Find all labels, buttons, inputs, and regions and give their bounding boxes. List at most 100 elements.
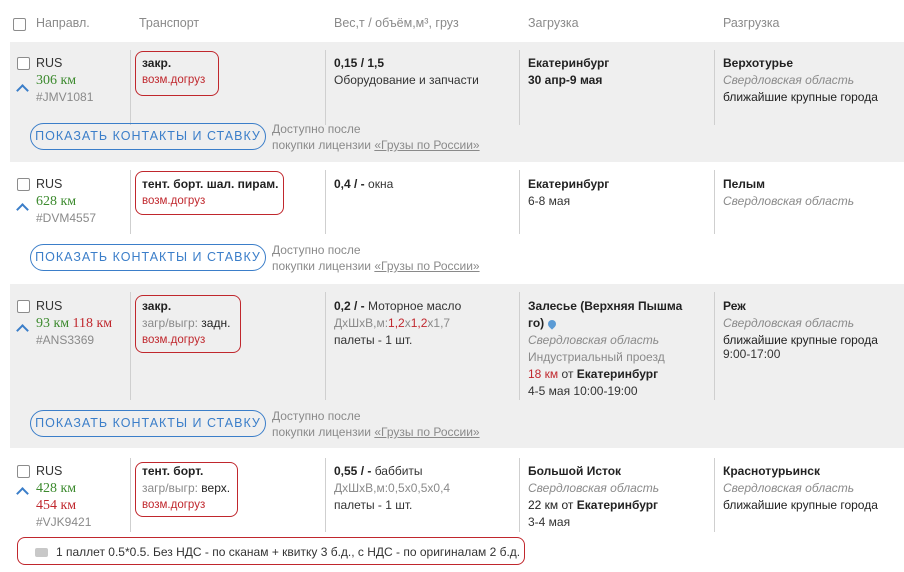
row-checkbox[interactable] (17, 178, 30, 191)
partial-load-flag: возм.догруз (142, 499, 206, 511)
cargo-name: баббиты (374, 464, 423, 478)
distance-alt: 454 км (36, 498, 77, 513)
column-divider (714, 292, 715, 400)
unload-region: Свердловская область (723, 481, 855, 495)
cargo-id: #ANS3369 (36, 333, 95, 347)
distance: 428 км (36, 481, 77, 496)
partial-load-flag: возм.догруз (142, 74, 206, 86)
header-direction[interactable]: Направл. (36, 16, 90, 30)
load-unload-label: загр/выгр: (142, 316, 198, 330)
available-after-text: Доступно после (272, 122, 361, 136)
header-loading[interactable]: Загрузка (528, 16, 579, 30)
unloading-cell: Реж Свердловская область ближайшие крупн… (723, 298, 878, 363)
cargo-name: Оборудование и запчасти (334, 73, 479, 87)
row-checkbox[interactable] (17, 300, 30, 313)
cargo-name: Моторное масло (368, 299, 462, 313)
partial-load-flag: возм.догруз (142, 195, 206, 207)
packages: палеты - 1 шт. (334, 333, 413, 347)
load-city-cont: го) (528, 316, 545, 330)
select-all-checkbox[interactable] (13, 18, 26, 31)
row-checkbox[interactable] (17, 465, 30, 478)
transport-type: тент. борт. шал. пирам. (142, 177, 279, 191)
packages: палеты - 1 шт. (334, 498, 413, 512)
header-unloading[interactable]: Разгрузка (723, 16, 780, 30)
column-divider (325, 292, 326, 400)
weight-cell: 0,55 / - баббиты ДхШхВ,м:0,5х0,5х0,4 пал… (334, 463, 450, 514)
column-divider (714, 458, 715, 532)
license-link[interactable]: «Грузы по России» (374, 138, 479, 152)
chevron-up-icon[interactable] (16, 203, 29, 216)
table-row[interactable]: RUS 428 км 454 км #VJK9421 тент. борт. з… (10, 450, 904, 572)
transport-cell: тент. борт. шал. пирам. возм.догруз (142, 176, 279, 210)
weight-cell: 0,15 / 1,5 Оборудование и запчасти (334, 55, 479, 89)
cargo-name: окна (368, 177, 394, 191)
direction-cell: RUS 93 км 118 км #ANS3369 (36, 298, 112, 349)
column-divider (519, 458, 520, 532)
header-weight[interactable]: Вес,т / объём,м³, груз (334, 16, 459, 30)
load-region: Свердловская область (528, 333, 660, 347)
transport-type: закр. (142, 299, 172, 313)
country-code: RUS (36, 56, 63, 70)
license-link[interactable]: «Грузы по России» (374, 259, 479, 273)
direction-cell: RUS 628 км #DVM4557 (36, 176, 96, 227)
chevron-up-icon[interactable] (16, 324, 29, 337)
unload-extra: ближайшие крупные города (723, 90, 878, 104)
column-divider (714, 50, 715, 125)
load-date: 3-4 мая (528, 515, 571, 529)
loading-cell: Залесье (Верхняя Пышма го) Свердловская … (528, 298, 682, 400)
transport-cell: закр. возм.догруз (142, 55, 205, 89)
unloading-cell: Верхотурье Свердловская область ближайши… (723, 55, 878, 106)
column-divider (130, 458, 131, 532)
column-divider (130, 292, 131, 400)
direction-cell: RUS 306 км #JMV1081 (36, 55, 93, 106)
show-contacts-button[interactable]: ПОКАЗАТЬ КОНТАКТЫ И СТАВКУ (30, 410, 266, 437)
loading-cell: Екатеринбург 30 апр-9 мая (528, 55, 609, 89)
license-link[interactable]: «Грузы по России» (374, 425, 479, 439)
load-distance: 22 км от (528, 498, 574, 512)
row-checkbox[interactable] (17, 57, 30, 70)
comment-text: 1 паллет 0.5*0.5. Без НДС - по сканам + … (56, 545, 521, 559)
show-contacts-button[interactable]: ПОКАЗАТЬ КОНТАКТЫ И СТАВКУ (30, 123, 266, 150)
map-pin-icon[interactable] (546, 318, 558, 330)
load-from-city: Екатеринбург (576, 498, 659, 512)
weight-volume: 0,4 / - (334, 177, 365, 191)
unload-city: Краснотурьинск (723, 464, 820, 478)
license-notice: Доступно после покупки лицензии «Грузы п… (272, 121, 480, 153)
weight-volume: 0,55 / - (334, 464, 372, 478)
weight-volume: 0,15 / 1,5 (334, 56, 385, 70)
license-notice: Доступно после покупки лицензии «Грузы п… (272, 408, 480, 440)
transport-type: закр. (142, 56, 172, 70)
chevron-up-icon[interactable] (16, 487, 29, 500)
license-notice: Доступно после покупки лицензии «Грузы п… (272, 242, 480, 274)
table-row[interactable]: RUS 628 км #DVM4557 тент. борт. шал. пир… (10, 162, 904, 282)
comment-line: 1 паллет 0.5*0.5. Без НДС - по сканам + … (35, 545, 520, 559)
weight-cell: 0,2 / - Моторное масло ДхШхВ,м:1,2х1,2х1… (334, 298, 461, 349)
purchase-license-text: покупки лицензии (272, 259, 371, 273)
distance: 306 км (36, 73, 77, 88)
column-divider (130, 50, 131, 125)
chevron-up-icon[interactable] (16, 84, 29, 97)
distance: 93 км (36, 316, 70, 331)
header-transport[interactable]: Транспорт (139, 16, 199, 30)
load-city: Екатеринбург (528, 177, 610, 191)
table-row[interactable]: RUS 306 км #JMV1081 закр. возм.догруз 0,… (10, 42, 904, 162)
cargo-id: #JMV1081 (36, 90, 94, 104)
table-row[interactable]: RUS 93 км 118 км #ANS3369 закр. загр/выг… (10, 284, 904, 448)
partial-load-flag: возм.догруз (142, 334, 206, 346)
show-contacts-button[interactable]: ПОКАЗАТЬ КОНТАКТЫ И СТАВКУ (30, 244, 266, 271)
column-divider (714, 170, 715, 234)
loading-cell: Екатеринбург 6-8 мая (528, 176, 609, 210)
dimensions: ДхШхВ,м:0,5х0,5х0,4 (334, 481, 451, 495)
unload-region: Свердловская область (723, 73, 855, 87)
column-divider (519, 292, 520, 400)
direction-cell: RUS 428 км 454 км #VJK9421 (36, 463, 91, 531)
column-divider (325, 50, 326, 125)
distance-alt: 118 км (72, 316, 113, 331)
distance: 628 км (36, 194, 77, 209)
load-city: Большой Исток (528, 464, 622, 478)
unloading-cell: Краснотурьинск Свердловская область ближ… (723, 463, 878, 514)
load-date: 30 апр-9 мая (528, 73, 603, 87)
unload-city: Пелым (723, 177, 766, 191)
load-region: Свердловская область (528, 481, 660, 495)
load-city: Залесье (Верхняя Пышма (528, 299, 683, 313)
